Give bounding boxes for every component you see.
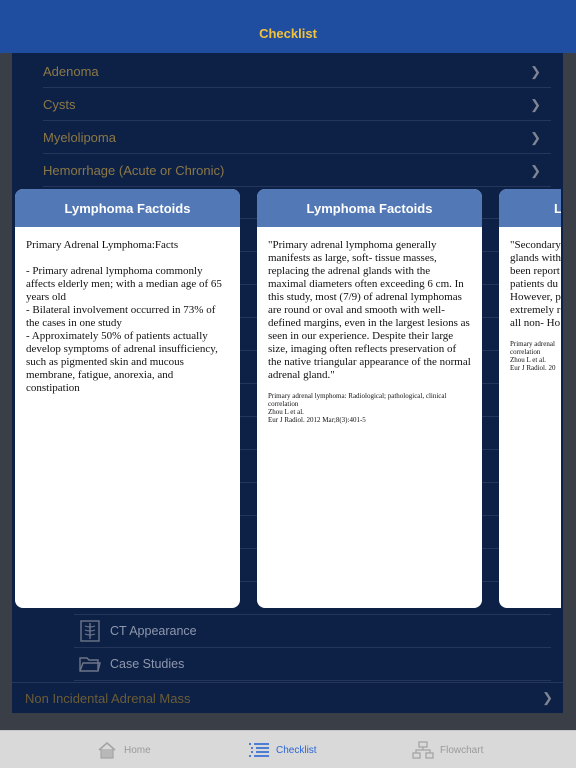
card-title: L: [499, 189, 561, 227]
chevron-right-icon: ❯: [542, 690, 553, 705]
card-bullet: - Primary adrenal lymphoma commonly affe…: [26, 265, 222, 303]
card-body: "Primary adrenal lymphoma generally mani…: [257, 227, 482, 424]
list-item-label: Hemorrhage (Acute or Chronic): [43, 162, 225, 178]
xray-icon: [78, 619, 102, 643]
card-reference: Primary adrenal correlation Zhou L et al…: [510, 340, 561, 372]
factoid-card[interactable]: Lymphoma Factoids Primary Adrenal Lympho…: [15, 189, 240, 608]
card-reference: Primary adrenal lymphoma: Radiological; …: [268, 392, 471, 424]
card-text-line: However, p: [510, 291, 561, 303]
factoid-card[interactable]: L "Secondary glands with been report pat…: [499, 189, 561, 608]
factoid-card[interactable]: Lymphoma Factoids "Primary adrenal lymph…: [257, 189, 482, 608]
tab-label: Checklist: [276, 744, 317, 756]
reference-journal: Eur J Radiol. 2012 Mar;8(3):401-5: [268, 416, 366, 424]
tab-checklist[interactable]: Checklist: [248, 740, 317, 760]
reference-line: Primary adrenal: [510, 340, 555, 348]
card-heading: Primary Adrenal Lymphoma:Facts: [26, 239, 179, 251]
tab-home[interactable]: Home: [96, 740, 151, 760]
navigation-bar: Checklist: [0, 0, 576, 53]
chevron-right-icon: ❯: [530, 64, 541, 79]
sub-item-ct-appearance[interactable]: CT Appearance: [74, 615, 551, 648]
home-icon: [96, 740, 118, 760]
chevron-right-icon: ❯: [530, 97, 541, 112]
reference-title: Primary adrenal lymphoma: Radiological; …: [268, 392, 447, 408]
card-body: "Secondary glands with been report patie…: [499, 227, 561, 372]
card-quote: "Primary adrenal lymphoma generally mani…: [268, 239, 471, 381]
reference-line: Eur J Radiol. 20: [510, 364, 556, 372]
list-icon: [248, 740, 270, 760]
tab-label: Home: [124, 744, 151, 756]
list-item-label: Cysts: [43, 96, 76, 112]
card-text-line: all non- Ho: [510, 317, 561, 329]
card-body: Primary Adrenal Lymphoma:Facts - Primary…: [15, 227, 240, 395]
flowchart-icon: [412, 740, 434, 760]
tab-flowchart[interactable]: Flowchart: [412, 740, 483, 760]
chevron-right-icon: ❯: [530, 163, 541, 178]
card-bullet: - Approximately 50% of patients actually…: [26, 330, 218, 394]
list-item-hemorrhage[interactable]: Hemorrhage (Acute or Chronic) ❯: [43, 154, 551, 187]
reference-line: correlation: [510, 348, 541, 356]
list-item-non-incidental-adrenal-mass[interactable]: Non Incidental Adrenal Mass ❯: [12, 682, 563, 713]
card-text-line: "Secondary: [510, 239, 561, 251]
chevron-right-icon: ❯: [530, 130, 541, 145]
list-item-adenoma[interactable]: Adenoma ❯: [43, 55, 551, 88]
sub-item-label: CT Appearance: [110, 624, 197, 638]
card-text-line: glands with: [510, 252, 561, 264]
factoid-card-partial-clip: L "Secondary glands with been report pat…: [499, 189, 561, 608]
card-text-line: been report: [510, 265, 560, 277]
card-title: Lymphoma Factoids: [15, 189, 240, 227]
card-bullet: - Bilateral involvement occurred in 73% …: [26, 304, 216, 329]
list-item-label: Adenoma: [43, 63, 99, 79]
list-item-label: Non Incidental Adrenal Mass: [25, 690, 191, 706]
card-text-line: extremely r: [510, 304, 561, 316]
sub-item-label: Case Studies: [110, 657, 185, 671]
card-title: Lymphoma Factoids: [257, 189, 482, 227]
list-item-myelolipoma[interactable]: Myelolipoma ❯: [43, 121, 551, 154]
list-item-cysts[interactable]: Cysts ❯: [43, 88, 551, 121]
sub-item-case-studies[interactable]: Case Studies: [74, 648, 551, 681]
reference-line: Zhou L et al.: [510, 356, 546, 364]
tab-bar: Home Checklist Flowchart: [0, 730, 576, 768]
list-item-label: Myelolipoma: [43, 129, 116, 145]
card-text-line: patients du: [510, 278, 558, 290]
tab-label: Flowchart: [440, 744, 484, 756]
reference-authors: Zhou L et al.: [268, 408, 304, 416]
folder-icon: [78, 652, 102, 676]
page-title: Checklist: [259, 26, 317, 41]
